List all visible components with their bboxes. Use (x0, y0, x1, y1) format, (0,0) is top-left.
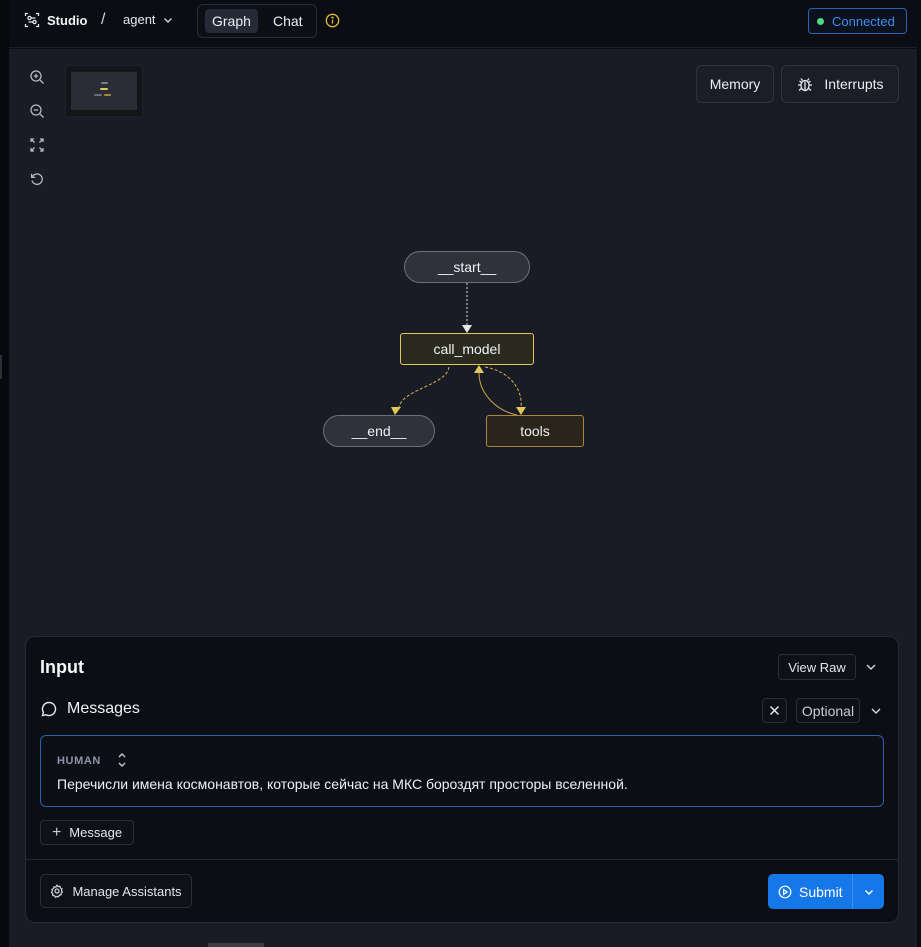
chevron-up-down-icon[interactable] (116, 751, 128, 769)
submit-button[interactable]: Submit (768, 874, 852, 909)
chevron-down-icon[interactable] (869, 704, 883, 718)
message-card[interactable]: HUMAN Перечисли имена космонавтов, котор… (40, 735, 884, 807)
plus-icon: + (51, 823, 62, 841)
messages-label: Messages (67, 700, 140, 717)
edge-call-model-to-end (398, 366, 450, 408)
studio-label: Studio (47, 12, 88, 28)
panel-divider (26, 859, 898, 860)
view-mode-toggle: Graph Chat (197, 4, 317, 38)
studio-brand[interactable]: Studio (24, 12, 87, 28)
close-icon (769, 705, 780, 716)
tab-graph[interactable]: Graph (205, 9, 258, 33)
info-icon[interactable] (325, 13, 340, 28)
play-circle-icon (778, 885, 792, 898)
arrow-head (474, 365, 484, 373)
agent-selector[interactable]: agent (123, 12, 174, 27)
graph-edges (391, 283, 526, 416)
gear-icon (51, 884, 64, 898)
messages-header: Messages (40, 700, 140, 718)
node-end[interactable]: __end__ (323, 415, 435, 447)
tab-chat[interactable]: Chat (266, 9, 310, 33)
arrow-head (462, 325, 472, 333)
arrow-head (516, 407, 526, 415)
manage-assistants-button[interactable]: Manage Assistants (40, 874, 192, 908)
status-text: Connected (832, 13, 895, 29)
node-tools[interactable]: tools (486, 415, 584, 447)
arrow-head (391, 407, 401, 415)
message-role-label: HUMAN (57, 755, 101, 767)
connection-status-badge: Connected (808, 8, 907, 34)
right-edge (917, 0, 921, 947)
submit-button-group: Submit (768, 874, 884, 909)
top-bar: Studio / agent Graph Chat Connected (9, 0, 917, 48)
left-sidebar-edge (0, 0, 9, 947)
message-bubble-icon (41, 701, 57, 717)
add-message-label: Message (69, 825, 123, 840)
message-content[interactable]: Перечисли имена космонавтов, которые сей… (57, 776, 628, 792)
manage-assistants-label: Manage Assistants (72, 883, 182, 899)
input-panel-title: Input (40, 657, 84, 677)
optional-badge: Optional (796, 698, 860, 723)
edge-tools-to-call-model (478, 372, 518, 416)
submit-label: Submit (799, 883, 843, 900)
breadcrumb-separator: / (101, 11, 106, 28)
scrollbar-thumb[interactable] (208, 943, 264, 947)
chevron-down-icon (163, 17, 172, 23)
app-window: Studio / agent Graph Chat Connected Memo… (0, 0, 921, 947)
clear-messages-button[interactable] (762, 698, 787, 723)
studio-logo-icon (24, 12, 40, 28)
agent-name: agent (123, 12, 156, 27)
view-raw-button[interactable]: View Raw (778, 654, 856, 680)
node-call-model[interactable]: call_model (400, 333, 534, 365)
status-dot-icon (817, 17, 824, 25)
graph-canvas[interactable]: Memory Interrupts __start__ call_model _… (9, 49, 917, 947)
sidebar-handle[interactable] (0, 355, 2, 379)
submit-options-button[interactable] (853, 874, 884, 909)
add-message-button[interactable]: + Message (40, 820, 134, 845)
chevron-down-icon[interactable] (864, 660, 878, 674)
node-start[interactable]: __start__ (404, 251, 530, 283)
input-panel: Input View Raw Messages Optional HUMAN П… (25, 636, 899, 923)
chevron-down-icon (864, 889, 873, 895)
